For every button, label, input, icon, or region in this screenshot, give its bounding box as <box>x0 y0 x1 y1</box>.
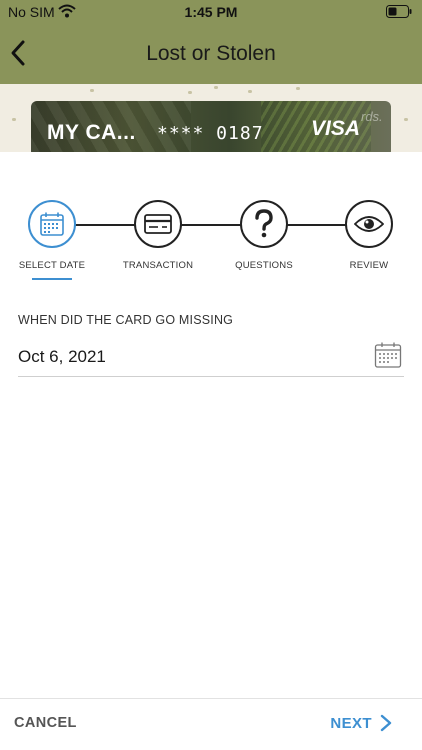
page-title: Lost or Stolen <box>146 42 276 65</box>
calendar-icon[interactable] <box>374 341 402 374</box>
next-button-label: NEXT <box>330 714 372 732</box>
date-field-label: WHEN DID THE CARD GO MISSING <box>18 313 234 327</box>
step-circle[interactable] <box>345 200 393 248</box>
card-name: MY CA... <box>47 121 136 144</box>
step-circle[interactable] <box>134 200 182 248</box>
card-watermark: rds. <box>361 109 383 124</box>
calendar-icon <box>40 212 64 236</box>
footer-bar: CANCEL NEXT <box>0 698 422 750</box>
date-value: Oct 6, 2021 <box>18 347 106 366</box>
step-circle[interactable] <box>28 200 76 248</box>
eye-icon <box>354 216 384 232</box>
next-button[interactable]: NEXT <box>330 714 392 732</box>
step-label: QUESTIONS <box>235 260 293 271</box>
cancel-button[interactable]: CANCEL <box>14 715 77 731</box>
step-label: SELECT DATE <box>18 260 86 271</box>
status-bar: No SIM 1:45 PM <box>0 0 422 24</box>
nav-bar: Lost or Stolen <box>0 24 422 84</box>
step-questions[interactable]: QUESTIONS <box>209 200 319 271</box>
main-content: SELECT DATE TRANSACTION QUESTIONS REVIEW… <box>0 152 422 698</box>
card-banner: MY CA... **** 0187 VISA rds. <box>0 84 422 152</box>
card-image[interactable]: MY CA... **** 0187 VISA rds. <box>31 101 391 152</box>
step-select-date[interactable]: SELECT DATE <box>0 200 107 280</box>
step-label: TRANSACTION <box>122 260 194 271</box>
status-time: 1:45 PM <box>184 4 238 20</box>
credit-card-icon <box>144 214 172 234</box>
step-transaction[interactable]: TRANSACTION <box>103 200 213 271</box>
step-label: REVIEW <box>349 260 389 271</box>
chevron-right-icon <box>380 714 392 732</box>
battery-icon <box>386 5 412 23</box>
step-circle[interactable] <box>240 200 288 248</box>
step-review[interactable]: REVIEW <box>314 200 422 271</box>
card-brand-logo: VISA <box>311 117 361 140</box>
date-field[interactable]: Oct 6, 2021 <box>18 340 404 377</box>
question-mark-icon <box>255 209 273 238</box>
card-number: **** 0187 <box>157 123 264 144</box>
active-step-indicator <box>32 278 72 280</box>
